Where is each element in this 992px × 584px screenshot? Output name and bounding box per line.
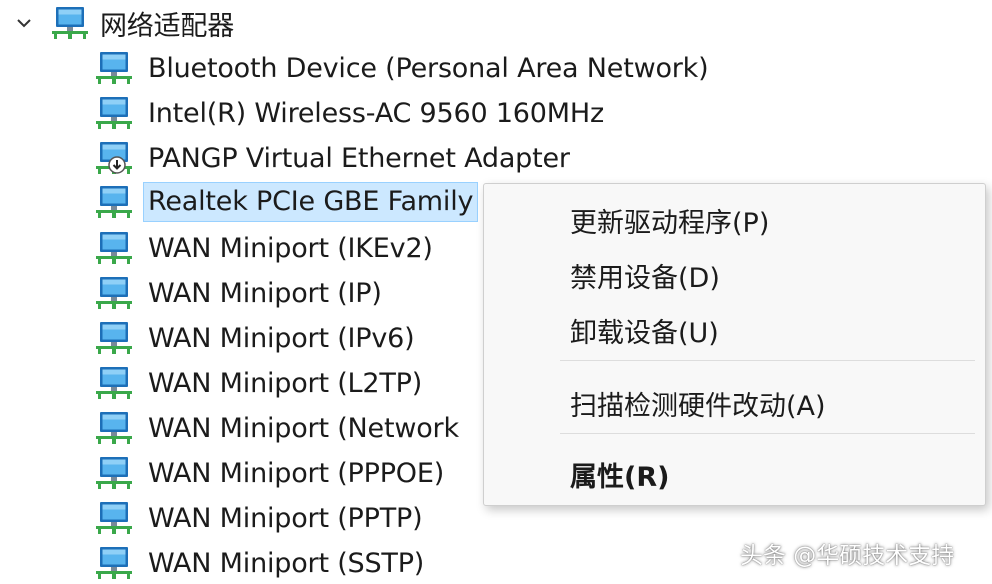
- network-adapter-icon: [94, 50, 134, 86]
- device-label: WAN Miniport (L2TP): [148, 367, 423, 399]
- tree-item-device[interactable]: WAN Miniport (IKEv2): [94, 228, 433, 268]
- menu-item-disable-device[interactable]: 禁用设备(D): [570, 255, 720, 295]
- device-label: Realtek PCIe GBE Family: [142, 182, 479, 222]
- tree-item-device[interactable]: WAN Miniport (Network: [94, 408, 459, 448]
- tree-category-network-adapters[interactable]: 网络适配器: [12, 3, 234, 43]
- network-adapter-icon: [94, 184, 134, 220]
- tree-item-device[interactable]: WAN Miniport (PPTP): [94, 498, 423, 538]
- menu-item-properties[interactable]: 属性(R): [570, 454, 669, 494]
- tree-item-device-selected[interactable]: Realtek PCIe GBE Family: [94, 182, 479, 222]
- network-adapter-disabled-icon: [94, 140, 134, 176]
- tree-item-device[interactable]: Bluetooth Device (Personal Area Network): [94, 48, 709, 88]
- menu-item-scan-hardware-changes[interactable]: 扫描检测硬件改动(A): [570, 383, 826, 423]
- context-menu: 更新驱动程序(P) 禁用设备(D) 卸载设备(U) 扫描检测硬件改动(A) 属性…: [483, 183, 986, 506]
- device-label: WAN Miniport (IKEv2): [148, 232, 433, 264]
- network-adapter-icon: [94, 275, 134, 311]
- device-label: WAN Miniport (Network: [148, 412, 459, 444]
- network-adapter-icon: [94, 410, 134, 446]
- network-adapter-icon: [94, 320, 134, 356]
- network-adapter-icon: [94, 95, 134, 131]
- device-label: WAN Miniport (IPv6): [148, 322, 415, 354]
- watermark-text: 头条 @华硕技术支持: [740, 543, 955, 569]
- chevron-down-icon[interactable]: [12, 11, 36, 35]
- tree-item-device[interactable]: WAN Miniport (IPv6): [94, 318, 415, 358]
- network-adapter-icon: [94, 365, 134, 401]
- tree-item-device[interactable]: Intel(R) Wireless-AC 9560 160MHz: [94, 93, 604, 133]
- menu-item-uninstall-device[interactable]: 卸载设备(U): [570, 310, 719, 350]
- device-label: Bluetooth Device (Personal Area Network): [148, 52, 709, 84]
- device-label: WAN Miniport (IP): [148, 277, 382, 309]
- network-adapter-icon: [50, 5, 90, 41]
- device-label: WAN Miniport (PPPOE): [148, 457, 445, 489]
- device-label: PANGP Virtual Ethernet Adapter: [148, 142, 570, 174]
- network-adapter-icon: [94, 230, 134, 266]
- network-adapter-icon: [94, 545, 134, 581]
- device-label: WAN Miniport (SSTP): [148, 547, 425, 579]
- menu-separator: [560, 433, 975, 434]
- tree-item-device[interactable]: WAN Miniport (PPPOE): [94, 453, 444, 493]
- tree-item-device[interactable]: PANGP Virtual Ethernet Adapter: [94, 138, 570, 178]
- device-label: Intel(R) Wireless-AC 9560 160MHz: [148, 97, 604, 129]
- menu-item-update-driver[interactable]: 更新驱动程序(P): [570, 200, 769, 240]
- menu-separator: [560, 360, 975, 361]
- category-label: 网络适配器: [100, 10, 234, 42]
- network-adapter-icon: [94, 500, 134, 536]
- tree-item-device[interactable]: WAN Miniport (IP): [94, 273, 382, 313]
- tree-item-device[interactable]: WAN Miniport (SSTP): [94, 543, 424, 583]
- tree-item-device[interactable]: WAN Miniport (L2TP): [94, 363, 422, 403]
- network-adapter-icon: [94, 455, 134, 491]
- device-label: WAN Miniport (PPTP): [148, 502, 423, 534]
